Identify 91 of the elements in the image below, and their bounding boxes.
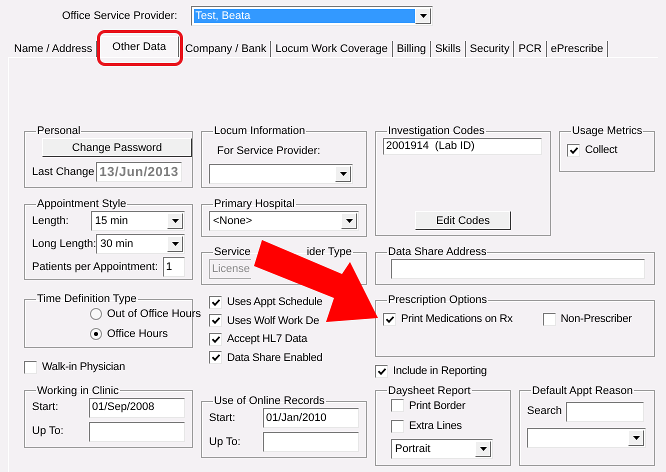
command-button[interactable]: Edit Codes [415,211,511,230]
group-title: Appointment Style [36,197,128,211]
checkbox[interactable] [567,144,580,157]
checkbox-label: Collect [585,143,618,158]
field-label: Last Change [32,164,94,180]
group-title: Default Appt Reason [531,384,634,398]
checkbox[interactable] [375,364,388,378]
check-icon [212,298,220,306]
text-field[interactable]: 1 [163,257,185,277]
checkbox-label: Print Border [409,398,466,414]
checkbox-label: Print Medications on Rx [401,312,513,327]
field-label: Search [527,404,562,420]
field-label: Start: [32,400,58,416]
checkbox-label: Extra Lines [409,419,462,434]
group-title: Prescription Options [387,293,488,307]
caret-icon [172,242,178,246]
checkbox[interactable] [209,296,222,309]
caret-icon [172,219,178,223]
radio-button[interactable] [90,328,102,340]
text-field[interactable] [89,422,185,442]
group-title: Working in Clinic [36,384,120,398]
checkbox-label: Include in Reporting [393,364,487,379]
check-icon [212,317,220,324]
group-title: ider Type [306,245,352,259]
field-label: Length: [32,214,69,229]
group-title: Locum Information [213,124,306,138]
caret-icon [480,446,486,450]
text-field[interactable] [391,259,645,279]
checkbox[interactable] [209,314,222,328]
group-title: Usage Metrics [571,124,644,138]
checkbox[interactable] [24,360,37,374]
check-icon [386,316,394,323]
text-field[interactable]: 01/Jan/2010 [263,408,359,428]
checkbox-label: Accept HL7 Data [227,332,308,347]
caret-icon [420,14,427,18]
text-field[interactable] [263,432,359,452]
dropdown-button[interactable] [628,430,644,446]
checkbox-label: Non-Prescriber [560,312,632,327]
dropdown-button[interactable] [167,236,183,252]
field-label: Patients per Appointment: [32,260,158,275]
dropdown-field[interactable]: 15 min [91,211,185,231]
dropdown-button[interactable] [415,8,432,24]
text-field[interactable]: 01/Sep/2008 [89,398,185,418]
dropdown-button[interactable] [335,166,351,182]
field-label: Start: [209,410,236,426]
checkbox[interactable] [391,399,404,412]
radio-label: Office Hours [107,326,168,342]
field-label: Up To: [209,434,241,450]
checkbox[interactable] [383,312,396,326]
check-icon [212,336,220,343]
check-icon [212,354,220,362]
checkbox[interactable] [209,332,222,346]
group-title: Use of Online Records [213,394,326,408]
field-label: For Service Provider: [216,145,320,157]
code-list-item[interactable]: 2001914 (Lab ID) [383,138,542,155]
radio-label: Out of Office Hours [107,307,201,322]
checkbox[interactable] [391,420,404,433]
field-label: Long Length: [32,236,96,252]
checkbox[interactable] [542,312,556,326]
text-field[interactable] [566,402,644,422]
check-icon [378,368,386,375]
dropdown-button[interactable] [341,213,357,229]
group-title: Service [214,245,251,259]
checkbox[interactable] [209,351,222,364]
dropdown-field[interactable]: <None> [209,211,359,231]
dropdown-field[interactable]: 30 min [96,234,185,254]
group-title: Time Definition Type [36,292,138,306]
check-icon [570,146,578,154]
command-button[interactable]: Change Password [42,138,192,157]
group-title: Daysheet Report [387,384,472,398]
dropdown-button[interactable] [167,213,183,229]
dropdown-field[interactable] [209,164,353,184]
caret-icon [346,219,352,223]
caret-icon [632,436,640,440]
checkbox-label: Uses Wolf Work De [227,314,320,328]
checkbox-label: Walk-in Physician [42,360,125,375]
text-field[interactable]: 13/Jun/2013 [96,162,182,182]
checkbox-label: Data Share Enabled [227,350,322,366]
field-label: Up To: [32,424,64,440]
group-title: Personal [36,124,82,138]
checkbox-label: Uses Appt Schedule [227,295,322,310]
radio-button[interactable] [90,308,102,320]
dropdown-button[interactable] [475,440,491,456]
provider-label: Office Service Provider: [62,8,178,24]
group-title: Primary Hospital [213,197,296,211]
tab[interactable]: Other Data [99,36,180,57]
caret-icon [340,172,346,176]
group-title: Investigation Codes [387,124,486,138]
dropdown-field[interactable]: Portrait [391,438,493,458]
group-title: Data Share Address [387,245,488,259]
dropdown-field[interactable] [527,428,646,448]
